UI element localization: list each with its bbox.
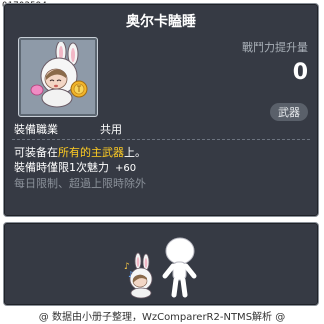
character-preview-panel: ♪ ♪ <box>3 222 319 306</box>
power-increase-value: 0 <box>292 60 308 85</box>
divider <box>12 139 310 140</box>
charm-bonus: +60 <box>115 163 137 174</box>
item-description: 可装备在所有的主武器上。 裝備時僅限1次魅力 +60 每日限制、超過上限時除外 <box>14 145 146 191</box>
desc-line-1: 可装备在所有的主武器上。 <box>14 145 146 160</box>
desc-line-2: 裝備時僅限1次魅力 +60 <box>14 160 146 176</box>
item-icon-frame <box>18 37 98 117</box>
equip-job-value: 共用 <box>100 123 122 136</box>
item-title: 奥尔卡瞌睡 <box>126 14 196 30</box>
bunny-doll-icon <box>30 42 88 108</box>
desc-line-1-pre: 可装备在 <box>14 146 58 159</box>
item-tooltip: 奥尔卡瞌睡 戰鬥力提升量 0 武器 裝備職業 共用 可装备在所有的主武器上。 裝… <box>3 3 319 217</box>
category-badge: 武器 <box>270 103 308 121</box>
desc-line-1-post: 上。 <box>124 146 146 159</box>
desc-line-2-text: 裝備時僅限1次魅力 <box>14 161 109 174</box>
svg-text:♪: ♪ <box>128 270 133 279</box>
desc-line-3: 每日限制、超過上限時除外 <box>14 176 146 191</box>
equip-job-label: 裝備職業 <box>14 123 58 136</box>
character-preview-icon: ♪ ♪ <box>124 237 197 299</box>
desc-line-3-text: 每日限制、超過上限時除外 <box>14 177 146 190</box>
power-increase-label: 戰鬥力提升量 <box>242 41 308 54</box>
desc-line-1-highlight: 所有的主武器 <box>58 146 124 159</box>
footer-credit: @ 数据由小册子整理，WzComparerR2-NTMS解析 @ <box>38 312 286 323</box>
